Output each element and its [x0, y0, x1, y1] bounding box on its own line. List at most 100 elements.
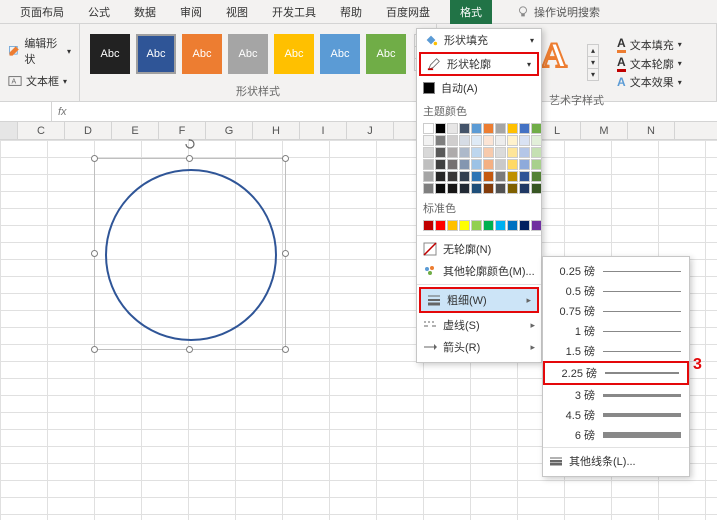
rotate-handle-icon[interactable]	[185, 139, 195, 149]
col-E[interactable]: E	[112, 122, 159, 139]
color-swatch[interactable]	[519, 147, 530, 158]
col-F[interactable]: F	[159, 122, 206, 139]
weight-option[interactable]: 1.5 磅	[543, 341, 689, 361]
handle-tl[interactable]	[91, 155, 98, 162]
color-swatch[interactable]	[471, 135, 482, 146]
color-swatch[interactable]	[447, 220, 458, 231]
color-swatch[interactable]	[471, 171, 482, 182]
wordart-preset-3[interactable]: A	[541, 34, 567, 76]
color-swatch[interactable]	[483, 147, 494, 158]
weight-option[interactable]: 2.25 磅	[543, 361, 689, 385]
color-swatch[interactable]	[471, 147, 482, 158]
color-swatch[interactable]	[507, 135, 518, 146]
tab-format[interactable]: 格式	[450, 0, 492, 24]
color-swatch[interactable]	[495, 123, 506, 134]
color-swatch[interactable]	[447, 171, 458, 182]
color-swatch[interactable]	[435, 183, 446, 194]
color-swatch[interactable]	[495, 135, 506, 146]
tab-formula[interactable]: 公式	[84, 0, 114, 24]
handle-r[interactable]	[282, 250, 289, 257]
color-swatch[interactable]	[435, 171, 446, 182]
wa-gallery-up-icon[interactable]: ▴	[588, 45, 598, 57]
color-swatch[interactable]	[459, 147, 470, 158]
style-preset-7[interactable]: Abc	[366, 34, 406, 74]
color-swatch[interactable]	[435, 220, 446, 231]
color-swatch[interactable]	[519, 135, 530, 146]
color-swatch[interactable]	[495, 147, 506, 158]
automatic-color[interactable]: 自动(A)	[417, 77, 541, 99]
color-swatch[interactable]	[423, 220, 434, 231]
color-swatch[interactable]	[495, 220, 506, 231]
color-swatch[interactable]	[531, 171, 542, 182]
tab-review[interactable]: 审阅	[176, 0, 206, 24]
color-swatch[interactable]	[423, 183, 434, 194]
color-swatch[interactable]	[507, 123, 518, 134]
arrows-item[interactable]: 箭头(R)	[417, 336, 541, 358]
more-lines-item[interactable]: 其他线条(L)...	[543, 450, 689, 472]
color-swatch[interactable]	[447, 123, 458, 134]
color-swatch[interactable]	[459, 171, 470, 182]
color-swatch[interactable]	[447, 159, 458, 170]
color-swatch[interactable]	[423, 147, 434, 158]
col-I[interactable]: I	[300, 122, 347, 139]
handle-br[interactable]	[282, 346, 289, 353]
color-swatch[interactable]	[519, 123, 530, 134]
color-swatch[interactable]	[471, 183, 482, 194]
color-swatch[interactable]	[507, 220, 518, 231]
color-swatch[interactable]	[495, 159, 506, 170]
style-preset-1[interactable]: Abc	[90, 34, 130, 74]
color-swatch[interactable]	[471, 159, 482, 170]
color-swatch[interactable]	[507, 183, 518, 194]
color-swatch[interactable]	[447, 147, 458, 158]
col-G[interactable]: G	[206, 122, 253, 139]
more-colors-item[interactable]: 其他轮廓颜色(M)...	[417, 260, 541, 282]
weight-option[interactable]: 0.5 磅	[543, 281, 689, 301]
col-M[interactable]: M	[581, 122, 628, 139]
color-swatch[interactable]	[495, 183, 506, 194]
shape-styles-gallery[interactable]: Abc Abc Abc Abc Abc Abc Abc ▴ ▾ ▾	[86, 28, 430, 74]
shape-fill-button[interactable]: 形状填充▾	[417, 29, 541, 51]
handle-b[interactable]	[186, 346, 193, 353]
text-outline-button[interactable]: A文本轮廓 ▾	[617, 55, 682, 72]
weight-option[interactable]: 6 磅	[543, 425, 689, 445]
tab-baidu[interactable]: 百度网盘	[382, 0, 434, 24]
color-swatch[interactable]	[495, 171, 506, 182]
color-swatch[interactable]	[507, 159, 518, 170]
col-C[interactable]: C	[18, 122, 65, 139]
color-swatch[interactable]	[447, 183, 458, 194]
color-swatch[interactable]	[483, 220, 494, 231]
tab-pagelayout[interactable]: 页面布局	[16, 0, 68, 24]
handle-bl[interactable]	[91, 346, 98, 353]
color-swatch[interactable]	[423, 135, 434, 146]
color-swatch[interactable]	[531, 123, 542, 134]
weight-option[interactable]: 1 磅	[543, 321, 689, 341]
color-swatch[interactable]	[447, 135, 458, 146]
weight-item[interactable]: 粗细(W)	[419, 287, 539, 313]
color-swatch[interactable]	[459, 159, 470, 170]
edit-shape-button[interactable]: 编辑形状 ▾	[6, 34, 73, 68]
weight-option[interactable]: 3 磅	[543, 385, 689, 405]
handle-t[interactable]	[186, 155, 193, 162]
dashes-item[interactable]: 虚线(S)	[417, 314, 541, 336]
col-N[interactable]: N	[628, 122, 675, 139]
color-swatch[interactable]	[483, 135, 494, 146]
color-swatch[interactable]	[471, 123, 482, 134]
color-swatch[interactable]	[531, 159, 542, 170]
tab-devtools[interactable]: 开发工具	[268, 0, 320, 24]
color-swatch[interactable]	[531, 220, 542, 231]
color-swatch[interactable]	[531, 147, 542, 158]
color-swatch[interactable]	[435, 147, 446, 158]
text-fill-button[interactable]: A文本填充 ▾	[617, 36, 682, 53]
style-preset-4[interactable]: Abc	[228, 34, 268, 74]
no-outline-item[interactable]: 无轮廓(N)	[417, 238, 541, 260]
weight-option[interactable]: 0.25 磅	[543, 261, 689, 281]
color-swatch[interactable]	[519, 220, 530, 231]
col-H[interactable]: H	[253, 122, 300, 139]
color-swatch[interactable]	[435, 159, 446, 170]
shape-selection[interactable]	[94, 158, 286, 350]
color-swatch[interactable]	[459, 183, 470, 194]
tab-view[interactable]: 视图	[222, 0, 252, 24]
style-preset-6[interactable]: Abc	[320, 34, 360, 74]
color-swatch[interactable]	[483, 183, 494, 194]
color-swatch[interactable]	[459, 123, 470, 134]
